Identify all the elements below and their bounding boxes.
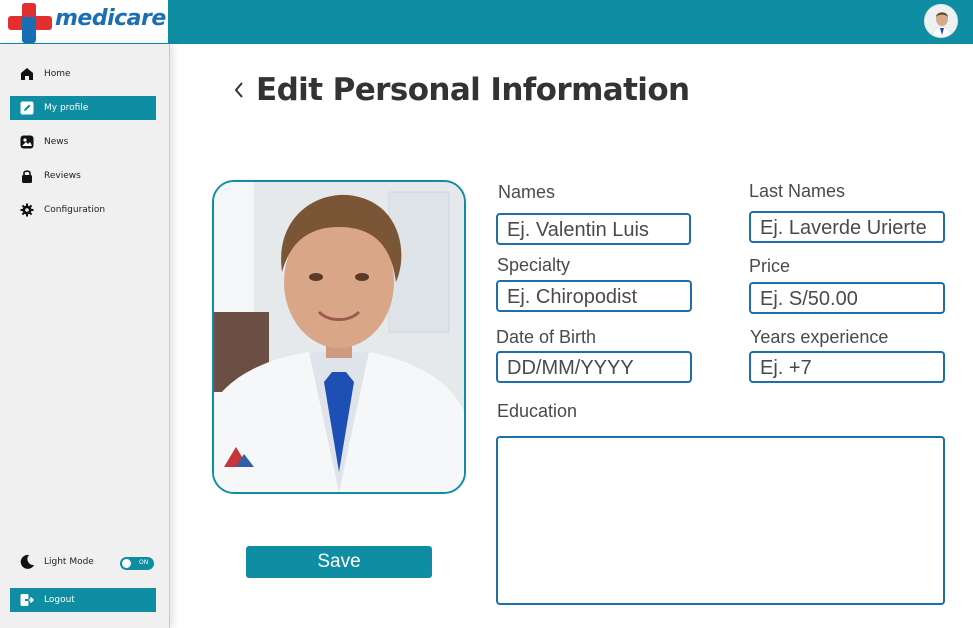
- logout-label: Logout: [44, 595, 75, 605]
- logout-button[interactable]: Logout: [10, 588, 156, 612]
- home-icon: [19, 66, 35, 82]
- toggle-state: ON: [139, 559, 149, 566]
- education-textarea[interactable]: [496, 436, 945, 605]
- save-button[interactable]: Save: [246, 546, 432, 578]
- sidebar: Home My profile News Reviews Configurati…: [0, 44, 170, 628]
- image-icon: [19, 134, 35, 150]
- sidebar-item-configuration[interactable]: Configuration: [10, 198, 156, 222]
- toggle-knob: [122, 559, 131, 568]
- price-field[interactable]: [749, 282, 945, 314]
- names-field[interactable]: [496, 213, 691, 245]
- profile-photo[interactable]: [212, 180, 466, 494]
- dob-field[interactable]: [496, 351, 692, 383]
- gear-icon: [19, 202, 35, 218]
- moon-icon: [19, 554, 35, 570]
- logo[interactable]: medicare: [0, 0, 168, 44]
- brand-name: medicare: [55, 6, 166, 31]
- dob-label: Date of Birth: [496, 327, 597, 347]
- sidebar-item-label: Reviews: [44, 171, 81, 181]
- logout-icon: [19, 592, 35, 608]
- light-mode-label: Light Mode: [44, 557, 94, 567]
- chevron-left-icon: [234, 82, 243, 98]
- light-mode-toggle[interactable]: ON: [120, 557, 154, 570]
- specialty-label: Specialty: [497, 255, 571, 275]
- last-names-label: Last Names: [749, 181, 846, 201]
- medical-cross-icon: [8, 3, 52, 43]
- sidebar-item-reviews[interactable]: Reviews: [10, 164, 156, 188]
- last-names-field[interactable]: [749, 211, 945, 243]
- specialty-field[interactable]: [496, 280, 692, 312]
- names-label: Names: [498, 182, 556, 202]
- lock-icon: [19, 168, 35, 184]
- sidebar-item-news[interactable]: News: [10, 130, 156, 154]
- sidebar-item-label: Configuration: [44, 205, 106, 215]
- page-title: Edit Personal Information: [256, 72, 690, 108]
- sidebar-item-label: News: [44, 137, 69, 147]
- sidebar-item-home[interactable]: Home: [10, 62, 156, 86]
- price-label: Price: [749, 256, 791, 276]
- years-experience-label: Years experience: [750, 327, 889, 347]
- avatar[interactable]: [924, 4, 958, 38]
- light-mode-row: Light Mode ON: [10, 550, 156, 574]
- sidebar-item-my-profile[interactable]: My profile: [10, 96, 156, 120]
- edit-icon: [19, 100, 35, 116]
- back-button[interactable]: [232, 78, 246, 102]
- sidebar-item-label: Home: [44, 69, 71, 79]
- years-experience-field[interactable]: [749, 351, 945, 383]
- education-label: Education: [497, 401, 578, 421]
- sidebar-item-label: My profile: [44, 103, 89, 113]
